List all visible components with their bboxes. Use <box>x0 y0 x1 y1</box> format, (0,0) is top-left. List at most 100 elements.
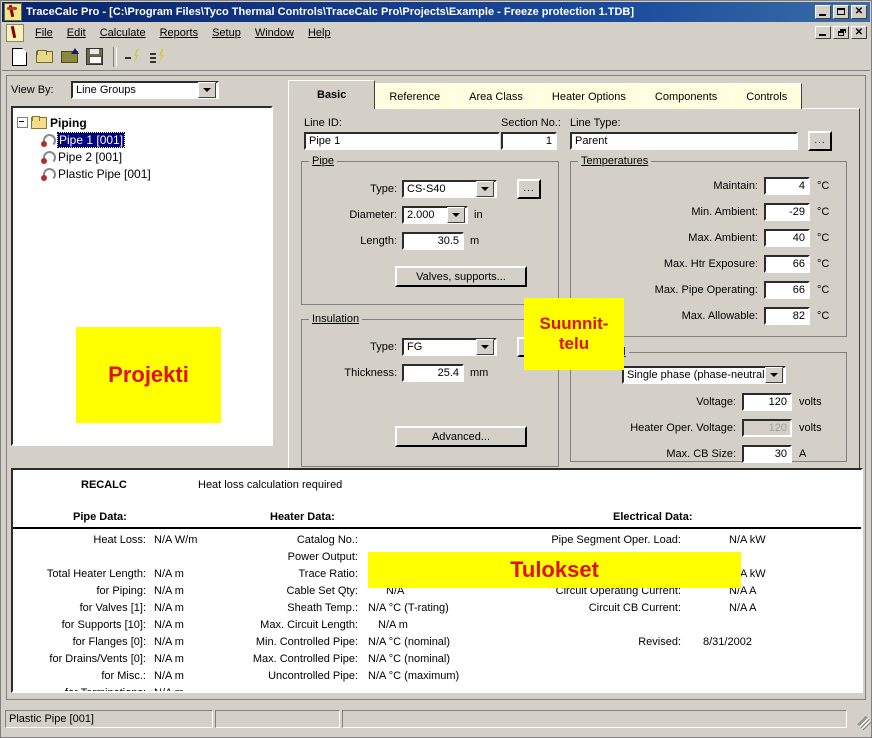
menu-item-reports[interactable]: Reports <box>153 25 206 41</box>
pipe-length-label: Length: <box>360 235 397 247</box>
status-cell-2 <box>215 710 340 728</box>
chevron-down-icon[interactable] <box>447 207 465 223</box>
recalc-label: RECALC <box>81 479 127 491</box>
pipe-diameter-value: 2.000 <box>407 209 435 221</box>
toolbar-separator <box>113 46 117 67</box>
insulation-type-select[interactable]: FG <box>402 338 497 356</box>
temp-min-ambient-unit: °C <box>817 206 830 218</box>
temp-max-ambient-label: Max. Ambient: <box>688 232 758 244</box>
line-type-browse-button[interactable]: ... <box>808 131 832 151</box>
results-row-label: Catalog No.: <box>296 534 358 546</box>
chevron-down-icon[interactable] <box>476 339 494 355</box>
section-no-input[interactable]: 1 <box>501 132 557 150</box>
tree-root-piping[interactable]: Piping <box>13 114 271 131</box>
line-type-input[interactable]: Parent <box>570 132 798 150</box>
results-row-label: Circuit CB Current: <box>588 602 681 614</box>
results-row-value: N/A W/m <box>154 534 198 546</box>
view-by-select[interactable]: Line Groups <box>71 81 219 99</box>
results-row-value: N/A m <box>154 670 184 682</box>
menu-item-window[interactable]: Window <box>248 25 301 41</box>
results-row-value: N/A m <box>154 602 184 614</box>
open-project-button[interactable] <box>58 46 81 68</box>
tree-item-plastic-pipe[interactable]: Plastic Pipe [001] <box>13 165 271 182</box>
advanced-button[interactable]: Advanced... <box>395 426 527 447</box>
collapse-icon[interactable] <box>17 117 28 128</box>
close-icon[interactable]: ✕ <box>851 5 867 19</box>
annotation-tulokset: Tulokset <box>368 552 741 588</box>
mdi-restore-icon[interactable] <box>833 26 849 39</box>
open-file-button[interactable] <box>33 46 56 68</box>
mdi-close-icon[interactable]: ✕ <box>851 26 867 39</box>
tab-basic[interactable]: Basic <box>288 80 376 109</box>
new-file-icon <box>12 47 27 66</box>
chevron-down-icon[interactable] <box>476 181 494 197</box>
pipe-icon <box>40 150 56 164</box>
menu-item-calculate[interactable]: Calculate <box>93 25 153 41</box>
new-file-button[interactable] <box>8 46 31 68</box>
pipe-diameter-select[interactable]: 2.000 <box>402 206 468 224</box>
mdi-minimize-icon[interactable] <box>815 26 831 39</box>
tree-item-pipe-1[interactable]: Pipe 1 [001] <box>13 131 271 148</box>
insulation-thickness-label: Thickness: <box>344 367 397 379</box>
results-row-label: Min. Controlled Pipe: <box>255 636 358 648</box>
open-folder-icon <box>36 50 53 63</box>
menu-item-setup[interactable]: Setup <box>205 25 248 41</box>
voltage-unit: volts <box>799 396 822 408</box>
voltage-input[interactable]: 120 <box>742 393 792 411</box>
tab-area-class[interactable]: Area Class <box>454 83 538 109</box>
insulation-thickness-input[interactable]: 25.4 <box>402 364 464 382</box>
insulation-type-value: FG <box>407 341 423 353</box>
menu-item-edit[interactable]: Edit <box>60 25 93 41</box>
menu-file-label: File <box>35 26 53 39</box>
temp-max-pipe-operating-input[interactable]: 66 <box>764 281 810 299</box>
temp-max-allowable-input[interactable]: 82 <box>764 307 810 325</box>
recalc-message: Heat loss calculation required <box>198 479 343 491</box>
results-row-label: Heat Loss: <box>93 534 146 546</box>
tab-area-class-label: Area Class <box>469 91 523 103</box>
results-row-value: N/A A <box>729 602 757 614</box>
folder-icon <box>31 116 47 129</box>
phase-select[interactable]: Single phase (phase-neutral) <box>622 366 786 384</box>
maximize-icon[interactable] <box>833 5 849 19</box>
results-row-label: Sheath Temp.: <box>287 602 358 614</box>
heater-oper-voltage-input: 120 <box>742 419 792 437</box>
temp-max-ambient-input[interactable]: 40 <box>764 229 810 247</box>
results-row-value: N/A °C (maximum) <box>368 670 460 682</box>
results-row-label: Trace Ratio: <box>298 568 358 580</box>
tree-item-pipe-2[interactable]: Pipe 2 [001] <box>13 148 271 165</box>
calculate-button[interactable] <box>122 46 145 68</box>
pipe-type-value: CS-S40 <box>407 183 446 195</box>
tab-controls[interactable]: Controls <box>731 83 803 109</box>
menu-item-help[interactable]: Help <box>301 25 338 41</box>
tab-heater-options[interactable]: Heater Options <box>536 83 641 109</box>
pipe-type-browse-button[interactable]: ... <box>517 179 541 199</box>
temp-maintain-input[interactable]: 4 <box>764 177 810 195</box>
resize-grip-icon[interactable] <box>855 712 869 726</box>
save-button[interactable] <box>83 46 106 68</box>
electrical-data-header: Electrical Data: <box>613 511 693 523</box>
tab-components[interactable]: Components <box>639 83 733 109</box>
results-row-value: N/A m <box>154 568 184 580</box>
pipe-group: Pipe Type: CS-S40 ... Diameter: 2.000 in… <box>301 155 559 305</box>
results-row-label: Uncontrolled Pipe: <box>268 670 358 682</box>
pipe-length-input[interactable]: 30.5 <box>402 232 464 250</box>
menu-item-file[interactable]: File <box>28 25 60 41</box>
temp-max-htr-exposure-input[interactable]: 66 <box>764 255 810 273</box>
pipe-type-select[interactable]: CS-S40 <box>402 180 497 198</box>
line-type-label: Line Type: <box>570 117 621 129</box>
tab-reference[interactable]: Reference <box>374 83 456 109</box>
chevron-down-icon[interactable] <box>765 367 783 383</box>
mdi-document-icon[interactable] <box>6 23 24 42</box>
valves-supports-button[interactable]: Valves, supports... <box>395 266 527 287</box>
chevron-down-icon[interactable] <box>198 82 216 98</box>
results-row-value: N/A m <box>154 636 184 648</box>
annotation-tulokset-text: Tulokset <box>510 557 599 582</box>
max-cb-size-input[interactable]: 30 <box>742 445 792 463</box>
calculate-all-button[interactable] <box>147 46 170 68</box>
temp-min-ambient-input[interactable]: -29 <box>764 203 810 221</box>
line-id-input[interactable]: Pipe 1 <box>304 132 500 150</box>
results-row-value: N/A m <box>154 619 184 631</box>
minimize-icon[interactable] <box>815 5 831 19</box>
pipe-type-label: Type: <box>370 183 397 195</box>
tree-item-label: Pipe 1 [001] <box>56 131 126 148</box>
